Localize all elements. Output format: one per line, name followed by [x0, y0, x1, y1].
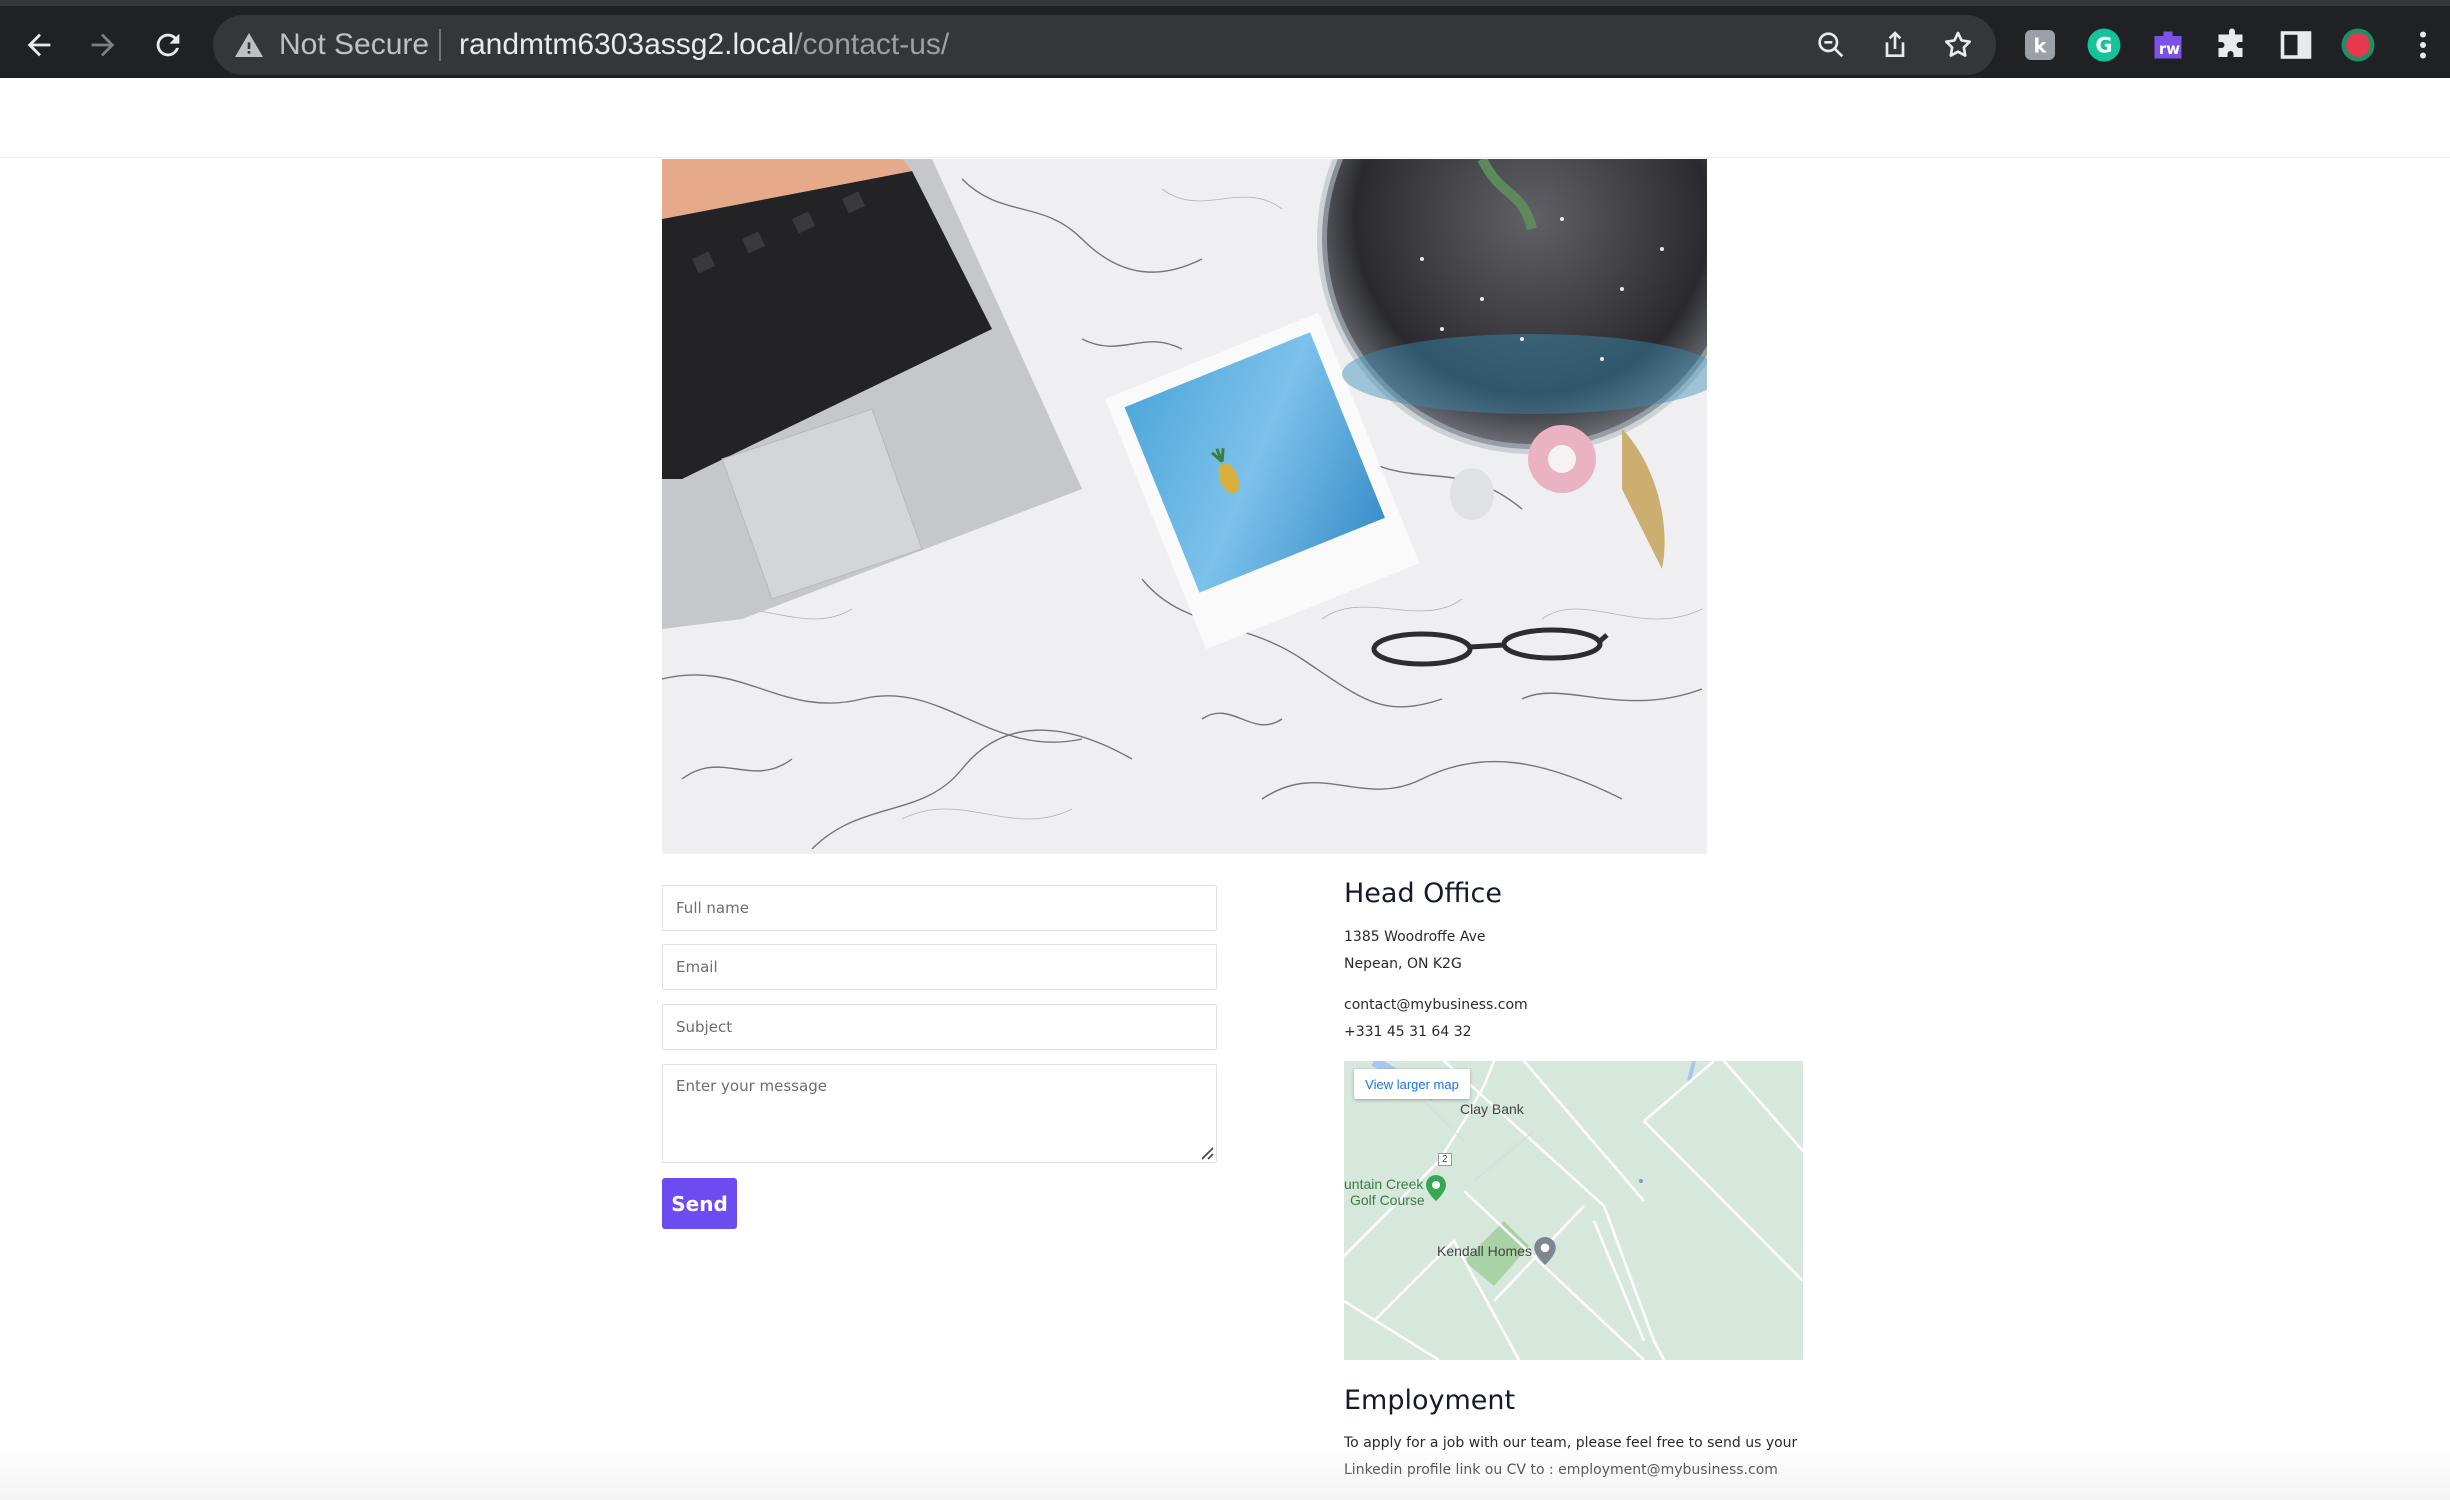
reload-button[interactable]	[143, 20, 193, 70]
contact-phone: +331 45 31 64 32	[1344, 1024, 1472, 1040]
warning-icon	[235, 33, 263, 57]
message-textarea[interactable]: Enter your message	[662, 1064, 1217, 1163]
menu-button[interactable]	[2404, 26, 2442, 64]
share-icon	[1885, 31, 1905, 57]
arrow-right-icon	[91, 33, 115, 57]
puzzle-icon[interactable]	[2213, 26, 2251, 64]
arrow-left-icon	[27, 33, 51, 57]
star-icon	[1944, 31, 1972, 57]
subject-input[interactable]: Subject	[662, 1004, 1217, 1050]
url-path: /contact-us/	[794, 28, 950, 61]
resize-handle-icon[interactable]	[1198, 1144, 1214, 1160]
k-extension-icon[interactable]: k	[2021, 26, 2059, 64]
contact-email[interactable]: contact@mybusiness.com	[1344, 992, 1528, 1019]
employment-title: Employment	[1344, 1385, 1516, 1416]
back-button[interactable]	[14, 20, 64, 70]
svg-text:G: G	[2095, 34, 2112, 58]
employment-text-line1: To apply for a job with our team, please…	[1344, 1435, 1798, 1451]
message-placeholder: Enter your message	[676, 1077, 827, 1095]
sidepanel-icon[interactable]	[2277, 26, 2315, 64]
map-label-golf-line2: Golf Course	[1350, 1192, 1425, 1208]
svg-text:k: k	[2034, 35, 2048, 58]
bookmark-button[interactable]	[1940, 27, 1976, 63]
bottom-fade	[0, 1445, 2450, 1500]
map-roads	[1344, 1061, 1803, 1360]
map-label-golf-line1: untain Creek	[1344, 1176, 1424, 1192]
address-line-2: Nepean, ON K2G	[1344, 956, 1462, 972]
zoom-button[interactable]	[1813, 27, 1849, 63]
url-host: randmtm6303assg2.local	[459, 28, 795, 61]
rw-extension-icon[interactable]: rw	[2149, 26, 2187, 64]
full-name-input[interactable]: Full name	[662, 885, 1217, 931]
divider	[439, 29, 441, 61]
zoom-out-icon	[1818, 32, 1844, 58]
location-pin-icon[interactable]	[1534, 1237, 1556, 1265]
reload-icon	[156, 33, 180, 57]
grammarly-icon[interactable]: G	[2085, 26, 2123, 64]
svg-text:rw: rw	[2159, 40, 2180, 58]
employment-text-line2: Linkedin profile link ou CV to : employm…	[1344, 1462, 1778, 1478]
address-bar[interactable]: Not Secure randmtm6303assg2.local/contac…	[213, 15, 1996, 75]
security-label[interactable]: Not Secure	[279, 15, 429, 75]
head-office-title: Head Office	[1344, 878, 1502, 909]
profile-avatar[interactable]	[2339, 26, 2377, 64]
embedded-map[interactable]: View larger map Clay Bank 2 untain Creek…	[1344, 1061, 1803, 1360]
browser-toolbar: Not Secure randmtm6303assg2.local/contac…	[0, 0, 2450, 78]
url-text[interactable]: randmtm6303assg2.local/contact-us/	[459, 15, 949, 75]
view-larger-map-button[interactable]: View larger map	[1354, 1069, 1470, 1099]
hero-image	[662, 159, 1707, 854]
email-input[interactable]: Email	[662, 944, 1217, 990]
road-number-label: 2	[1438, 1153, 1452, 1166]
more-vert-icon	[2420, 31, 2426, 59]
share-button[interactable]	[1877, 27, 1913, 63]
golf-pin-icon[interactable]	[1426, 1175, 1446, 1201]
site-header	[0, 78, 2450, 158]
send-button[interactable]: Send	[662, 1178, 737, 1229]
address-line-1: 1385 Woodroffe Ave	[1344, 929, 1486, 945]
forward-button[interactable]	[78, 20, 128, 70]
map-label-kendall: Kendall Homes	[1437, 1243, 1532, 1259]
map-label-clay-bank: Clay Bank	[1460, 1101, 1524, 1117]
